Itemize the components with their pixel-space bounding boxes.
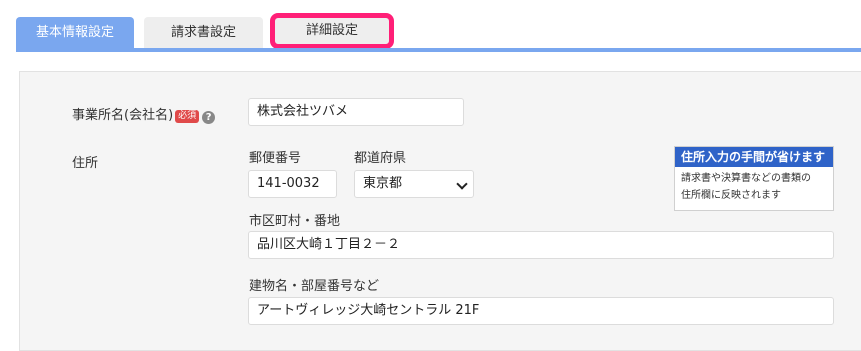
hint-title: 住所入力の手間が省けます <box>675 147 833 167</box>
postal-code-input[interactable]: 141-0032 <box>248 170 337 198</box>
tab-detail-settings[interactable]: 詳細設定 <box>270 13 394 49</box>
tab-underline <box>16 48 861 52</box>
prefecture-selected-value: 東京都 <box>363 176 403 191</box>
tab-bar: 基本情報設定 請求書設定 詳細設定 <box>0 0 861 52</box>
required-badge: 必須 <box>175 110 200 123</box>
address-hint-box: 住所入力の手間が省けます 請求書や決算書などの書類の 住所欄に反映されます <box>674 146 834 211</box>
city-address-label: 市区町村・番地 <box>249 214 341 229</box>
building-label: 建物名・部屋番号など <box>249 279 380 294</box>
help-icon[interactable]: ? <box>202 111 216 124</box>
city-address-input[interactable]: 品川区大崎１丁目２－２ <box>248 231 834 259</box>
building-input[interactable]: アートヴィレッジ大崎セントラル 21F <box>248 297 834 325</box>
postal-code-label: 郵便番号 <box>249 151 302 166</box>
company-name-label-group: 事業所名(会社名) 必須? <box>72 104 216 124</box>
tab-invoice-settings[interactable]: 請求書設定 <box>144 17 263 48</box>
tab-basic-info[interactable]: 基本情報設定 <box>16 17 134 48</box>
prefecture-select[interactable]: 東京都 <box>354 170 474 198</box>
hint-body: 請求書や決算書などの書類の 住所欄に反映されます <box>675 167 833 204</box>
chevron-down-icon <box>456 178 468 190</box>
hint-line-2: 住所欄に反映されます <box>681 190 781 201</box>
company-name-label: 事業所名(会社名) <box>72 108 174 123</box>
hint-line-1: 請求書や決算書などの書類の <box>681 173 811 184</box>
address-label: 住所 <box>72 156 99 171</box>
prefecture-label: 都道府県 <box>354 151 407 166</box>
company-name-input[interactable]: 株式会社ツバメ <box>248 98 464 126</box>
